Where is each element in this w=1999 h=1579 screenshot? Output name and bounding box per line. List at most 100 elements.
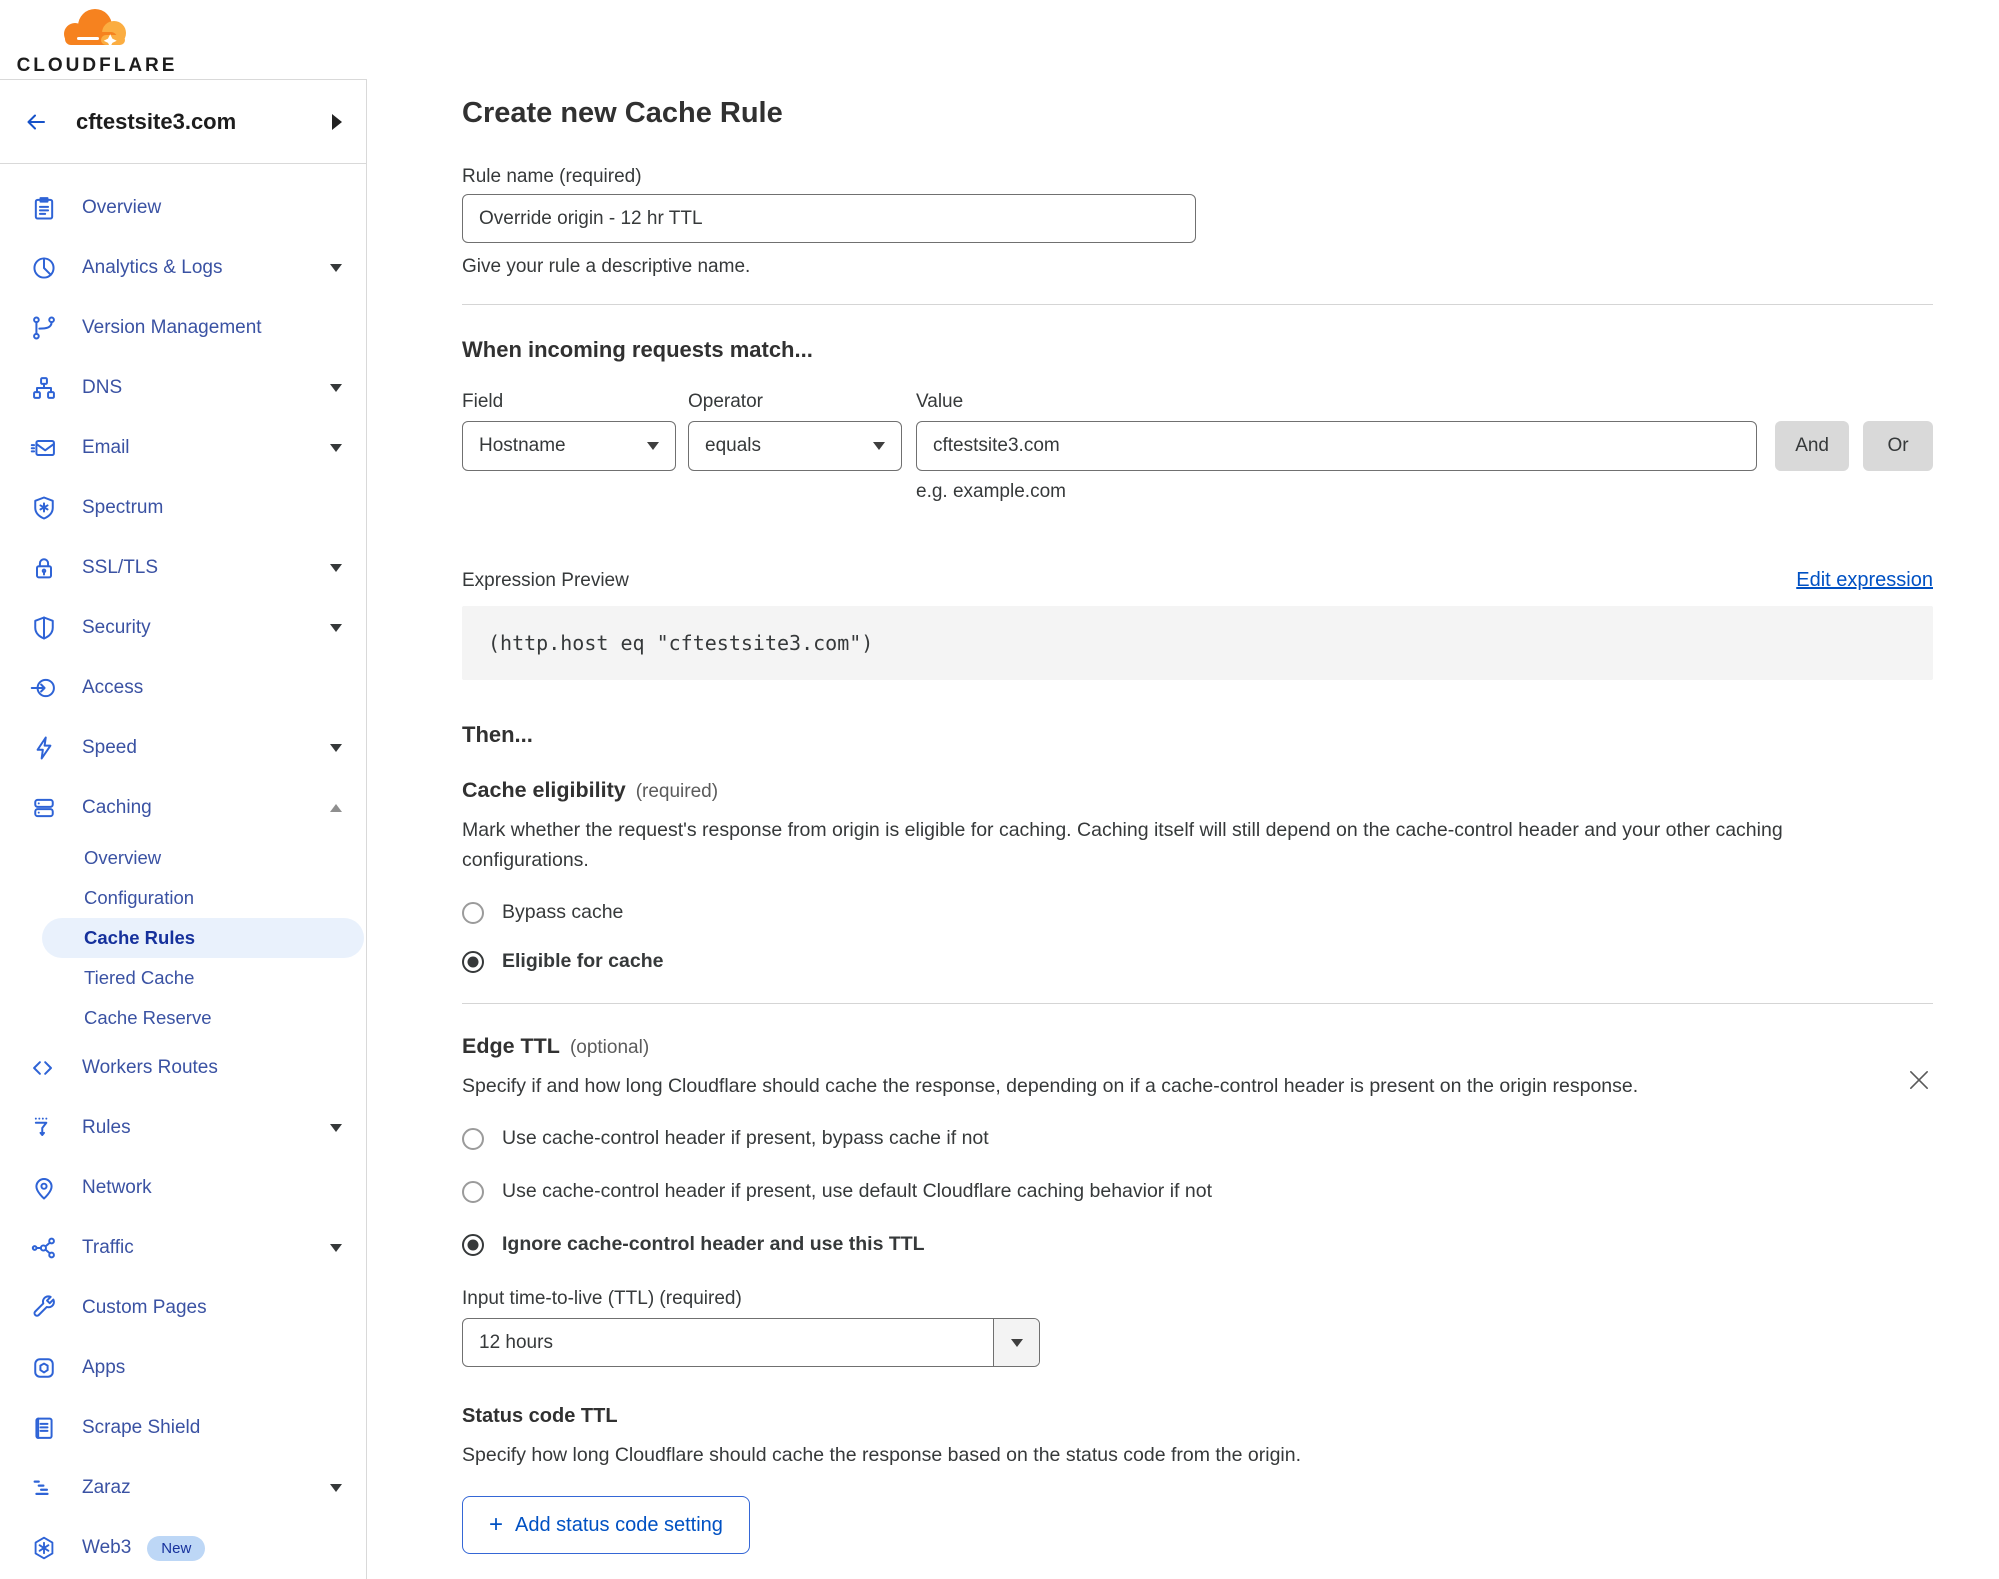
bypass-cache-option[interactable]: Bypass cache	[462, 901, 1933, 924]
expression-preview-label: Expression Preview	[462, 570, 629, 591]
value-label: Value	[916, 391, 964, 412]
ttl-select-value: 12 hours	[479, 1331, 553, 1353]
sidebar-item-ssl-tls[interactable]: SSL/TLS	[0, 538, 366, 598]
radio-label: Eligible for cache	[502, 950, 664, 972]
operator-select[interactable]: equals	[688, 421, 902, 471]
rule-name-input[interactable]	[462, 194, 1196, 243]
field-label: Field	[462, 391, 504, 412]
field-select-value: Hostname	[479, 435, 566, 456]
share-nodes-icon	[31, 1237, 55, 1259]
caret-down-icon	[330, 384, 342, 392]
server-stack-icon	[34, 798, 54, 818]
radio-label: Use cache-control header if present, use…	[502, 1180, 1212, 1202]
and-button[interactable]: And	[1775, 421, 1849, 471]
sidebar-subitem-label: Cache Reserve	[84, 1007, 212, 1028]
rule-name-helper: Give your rule a descriptive name.	[462, 256, 751, 277]
sidebar-item-traffic[interactable]: Traffic	[0, 1218, 366, 1278]
sidebar-item-email[interactable]: Email	[0, 418, 366, 478]
ttl-select-arrow[interactable]	[993, 1319, 1039, 1366]
cache-eligibility-heading: Cache eligibility	[462, 778, 626, 802]
sidebar-item-label: Network	[82, 1177, 152, 1198]
operator-select-value: equals	[705, 435, 761, 456]
ttl-select[interactable]: 12 hours	[462, 1318, 1040, 1367]
expression-code-block: (http.host eq "cftestsite3.com")	[462, 606, 1933, 680]
sidebar-item-security[interactable]: Security	[0, 598, 366, 658]
eligible-for-cache-option[interactable]: Eligible for cache	[462, 950, 1933, 973]
sidebar-item-label: Email	[82, 437, 130, 458]
sidebar-item-network[interactable]: Network	[0, 1158, 366, 1218]
sidebar-subitem-tiered-cache[interactable]: Tiered Cache	[0, 958, 366, 998]
edge-ttl-option-bypass[interactable]: Use cache-control header if present, byp…	[462, 1127, 1933, 1150]
sidebar-item-apps[interactable]: Apps	[0, 1338, 366, 1398]
caret-down-icon	[330, 624, 342, 632]
caret-down-icon	[330, 1124, 342, 1132]
section-divider	[462, 304, 1933, 305]
status-code-ttl-heading: Status code TTL	[462, 1405, 618, 1427]
sidebar-item-label: Speed	[82, 737, 137, 758]
sidebar-item-label: Analytics & Logs	[82, 257, 223, 278]
edge-ttl-option-ignore[interactable]: Ignore cache-control header and use this…	[462, 1233, 1933, 1256]
radio-unchecked-icon[interactable]	[462, 901, 484, 924]
pie-chart-icon	[33, 257, 55, 279]
sidebar-item-workers-routes[interactable]: Workers Routes	[0, 1038, 366, 1098]
funnel-icon	[34, 1117, 48, 1136]
caret-down-icon	[873, 442, 885, 450]
sidebar-item-analytics-logs[interactable]: Analytics & Logs	[0, 238, 366, 298]
edit-expression-link[interactable]: Edit expression	[1796, 569, 1933, 592]
sidebar-item-dns[interactable]: DNS	[0, 358, 366, 418]
edge-ttl-heading: Edge TTL	[462, 1034, 560, 1058]
match-value-input[interactable]	[916, 421, 1757, 471]
app-box-icon	[34, 1358, 54, 1378]
sidebar-item-spectrum[interactable]: Spectrum	[0, 478, 366, 538]
sidebar-item-version-management[interactable]: Version Management	[0, 298, 366, 358]
radio-unchecked-icon[interactable]	[462, 1180, 484, 1203]
caret-down-icon	[330, 744, 342, 752]
close-icon[interactable]	[1905, 1066, 1933, 1094]
sidebar-item-overview[interactable]: Overview	[0, 178, 366, 238]
sidebar-item-caching[interactable]: Caching	[0, 778, 366, 838]
edge-ttl-section: Edge TTL (optional) Specify if and how l…	[462, 1034, 1933, 1554]
match-column-labels: Field Operator Value	[462, 391, 1933, 413]
caret-down-icon	[330, 1484, 342, 1492]
sidebar-item-label: Version Management	[82, 317, 262, 338]
edge-ttl-heading-row: Edge TTL (optional)	[462, 1034, 1933, 1059]
sidebar-item-web3[interactable]: Web3 New	[0, 1518, 366, 1578]
sidebar-subitem-cache-rules[interactable]: Cache Rules	[42, 918, 364, 958]
sidebar-item-rules[interactable]: Rules	[0, 1098, 366, 1158]
bars-steps-icon	[33, 1480, 49, 1495]
site-switcher[interactable]: cftestsite3.com	[0, 80, 366, 164]
back-arrow-icon[interactable]	[22, 110, 50, 134]
radio-checked-icon[interactable]	[462, 1233, 484, 1256]
match-row: Hostname equals And Or	[462, 421, 1933, 471]
radio-unchecked-icon[interactable]	[462, 1127, 484, 1150]
sidebar-subitem-caching-overview[interactable]: Overview	[0, 838, 366, 878]
radio-checked-icon[interactable]	[462, 950, 484, 973]
caret-right-icon[interactable]	[332, 113, 342, 130]
sidebar-item-zaraz[interactable]: Zaraz	[0, 1458, 366, 1518]
sidebar-item-access[interactable]: Access	[0, 658, 366, 718]
brand-wordmark: CLOUDFLARE	[16, 55, 178, 76]
caret-down-icon	[330, 564, 342, 572]
status-code-ttl-description: Specify how long Cloudflare should cache…	[462, 1444, 1302, 1466]
cloudflare-logo[interactable]: CLOUDFLARE	[16, 2, 178, 77]
edge-ttl-option-default[interactable]: Use cache-control header if present, use…	[462, 1180, 1933, 1203]
shield-icon	[34, 616, 54, 640]
document-icon	[35, 1417, 53, 1439]
cloudflare-dashboard: CLOUDFLARE Add site Support	[0, 0, 1999, 1579]
or-button[interactable]: Or	[1863, 421, 1933, 471]
sidebar-subitem-cache-reserve[interactable]: Cache Reserve	[0, 998, 366, 1038]
field-select[interactable]: Hostname	[462, 421, 676, 471]
then-heading: Then...	[462, 722, 533, 747]
sidebar-item-speed[interactable]: Speed	[0, 718, 366, 778]
shield-asterisk-icon	[34, 496, 54, 520]
sidebar-subitem-configuration[interactable]: Configuration	[0, 878, 366, 918]
sidebar-item-custom-pages[interactable]: Custom Pages	[0, 1278, 366, 1338]
add-status-code-button[interactable]: + Add status code setting	[462, 1496, 750, 1554]
sidebar-item-label: SSL/TLS	[82, 557, 159, 578]
sidebar-item-label: Spectrum	[82, 497, 164, 518]
sidebar-item-scrape-shield[interactable]: Scrape Shield	[0, 1398, 366, 1458]
sidebar-item-label: Web3	[82, 1537, 132, 1558]
rule-name-label: Rule name (required)	[462, 166, 642, 187]
add-status-code-label: Add status code setting	[515, 1513, 723, 1536]
radio-label: Bypass cache	[502, 901, 624, 923]
